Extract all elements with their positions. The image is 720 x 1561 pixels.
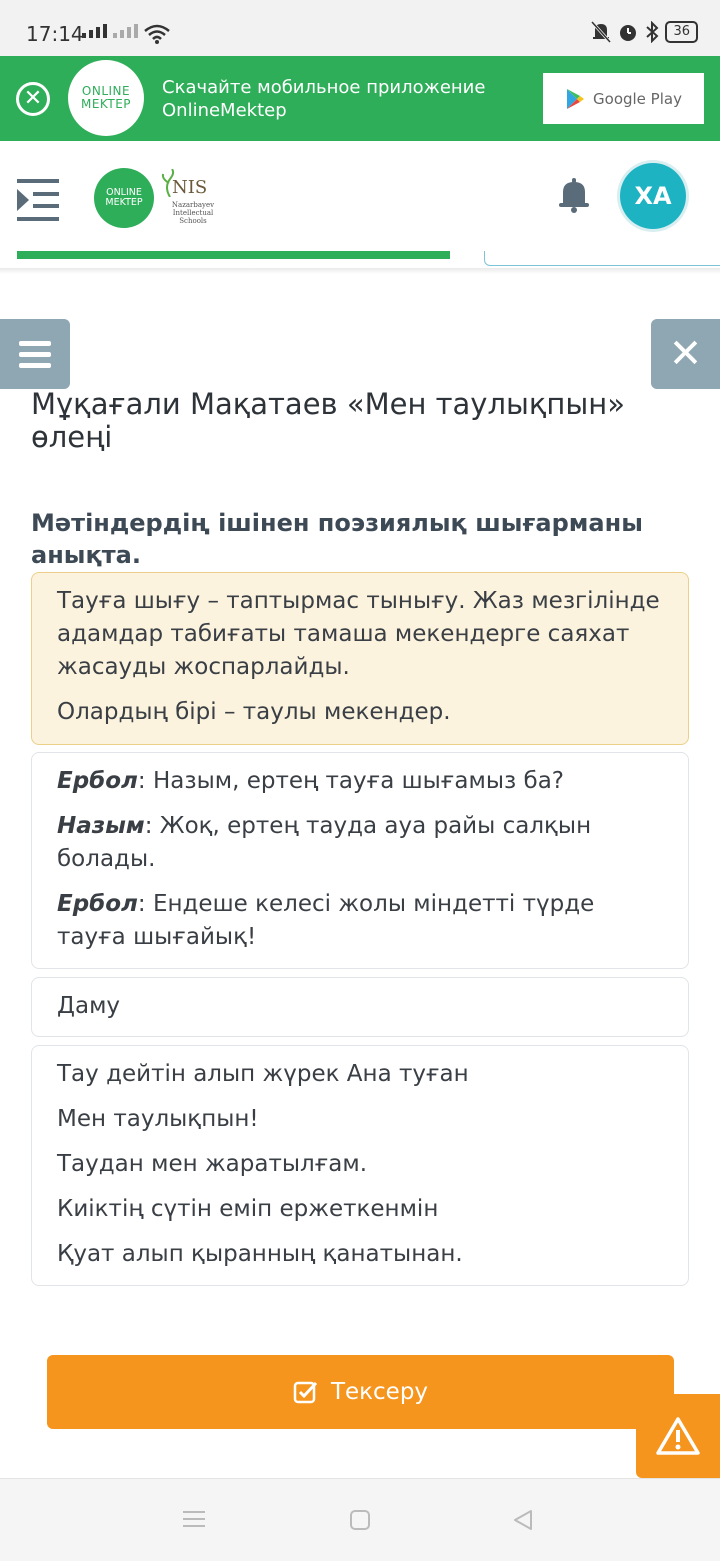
poem-line: Киіктің сүтін еміп ержеткенмін — [57, 1196, 439, 1222]
option-paragraph: Тауға шығу – таптырмас тынығу. Жаз мезгі… — [57, 588, 660, 680]
back-icon[interactable] — [512, 1509, 534, 1531]
bluetooth-icon — [646, 21, 659, 43]
lesson-menu-button[interactable] — [0, 319, 70, 389]
close-banner-button[interactable]: ✕ — [16, 82, 50, 116]
warning-icon — [656, 1417, 700, 1455]
answer-option-1[interactable]: Тауға шығу – таптырмас тынығу. Жаз мезгі… — [31, 572, 689, 745]
poem-line: Таудан мен жаратылғам. — [57, 1151, 368, 1177]
report-problem-button[interactable] — [636, 1394, 720, 1478]
speaker-name: Ербол — [57, 891, 138, 917]
lesson-progress-bar — [17, 251, 450, 259]
answer-option-2[interactable]: Ербол: Назым, ертең тауға шығамыз ба? На… — [31, 752, 689, 969]
dialogue-line: Ербол: Ендеше келесі жолы міндетті түрде… — [57, 891, 595, 950]
onlinemektep-logo: ONLINE MEKTEP — [68, 60, 144, 136]
google-play-button[interactable]: Google Play — [543, 73, 704, 124]
onlinemektep-header-logo[interactable]: ONLINE MEKTEP — [94, 168, 154, 228]
speaker-name: Назым — [57, 813, 145, 839]
signal-2-icon — [113, 24, 138, 38]
lesson-title: Мұқағали Мақатаев «Мен таулықпын» өлеңі — [31, 387, 625, 454]
nis-logo: NIS Nazarbayev Intellectual Schools — [158, 169, 218, 227]
option-paragraph: Даму — [57, 993, 121, 1019]
battery-indicator: 36 — [665, 21, 698, 43]
option-paragraph: Олардың бірі – таулы мекендер. — [57, 699, 451, 725]
mute-bell-icon — [591, 21, 612, 43]
poem-line: Қуат алып қыранның қанатынан. — [57, 1241, 463, 1267]
question-text: Мәтіндердің ішінен поэзиялық шығарманы а… — [31, 509, 643, 569]
answer-option-4[interactable]: Тау дейтін алып жүрек Ана туған Мен таул… — [31, 1045, 689, 1286]
user-avatar[interactable]: ХА — [620, 163, 686, 229]
alarm-icon — [620, 25, 637, 41]
status-time: 17:14 — [26, 22, 84, 46]
checkbox-icon — [293, 1381, 318, 1404]
hamburger-icon — [19, 340, 51, 346]
notification-bell-icon[interactable] — [557, 177, 591, 213]
answer-option-3[interactable]: Даму — [31, 977, 689, 1037]
close-lesson-button[interactable]: ✕ — [651, 319, 720, 389]
panel-divider — [0, 268, 720, 274]
menu-toggle-icon[interactable] — [17, 179, 59, 221]
dialogue-line: Ербол: Назым, ертең тауға шығамыз ба? — [57, 768, 565, 794]
app-download-banner: ✕ ONLINE MEKTEP Скачайте мобильное прило… — [0, 56, 720, 141]
status-bar: 17:14 36 — [0, 0, 720, 56]
system-navigation-bar — [0, 1478, 720, 1561]
tab-outline — [484, 251, 720, 266]
signal-icon — [82, 24, 107, 38]
google-play-label: Google Play — [593, 89, 682, 108]
check-answer-button[interactable]: Тексеру — [47, 1355, 674, 1429]
wifi-icon — [144, 24, 170, 44]
dialogue-line: Назым: Жоқ, ертең тауда ауа райы салқын … — [57, 813, 592, 872]
check-button-label: Тексеру — [330, 1379, 429, 1405]
google-play-icon — [567, 88, 585, 109]
app-header: ONLINE MEKTEP NIS Nazarbayev Intellectua… — [0, 141, 720, 251]
recent-apps-icon[interactable] — [183, 1509, 205, 1529]
status-icons: 36 — [591, 21, 698, 43]
banner-text: Скачайте мобильное приложение OnlineMekt… — [162, 77, 486, 121]
poem-line: Мен таулықпын! — [57, 1106, 259, 1132]
speaker-name: Ербол — [57, 768, 138, 794]
home-icon[interactable] — [349, 1509, 371, 1531]
poem-line: Тау дейтін алып жүрек Ана туған — [57, 1061, 469, 1087]
